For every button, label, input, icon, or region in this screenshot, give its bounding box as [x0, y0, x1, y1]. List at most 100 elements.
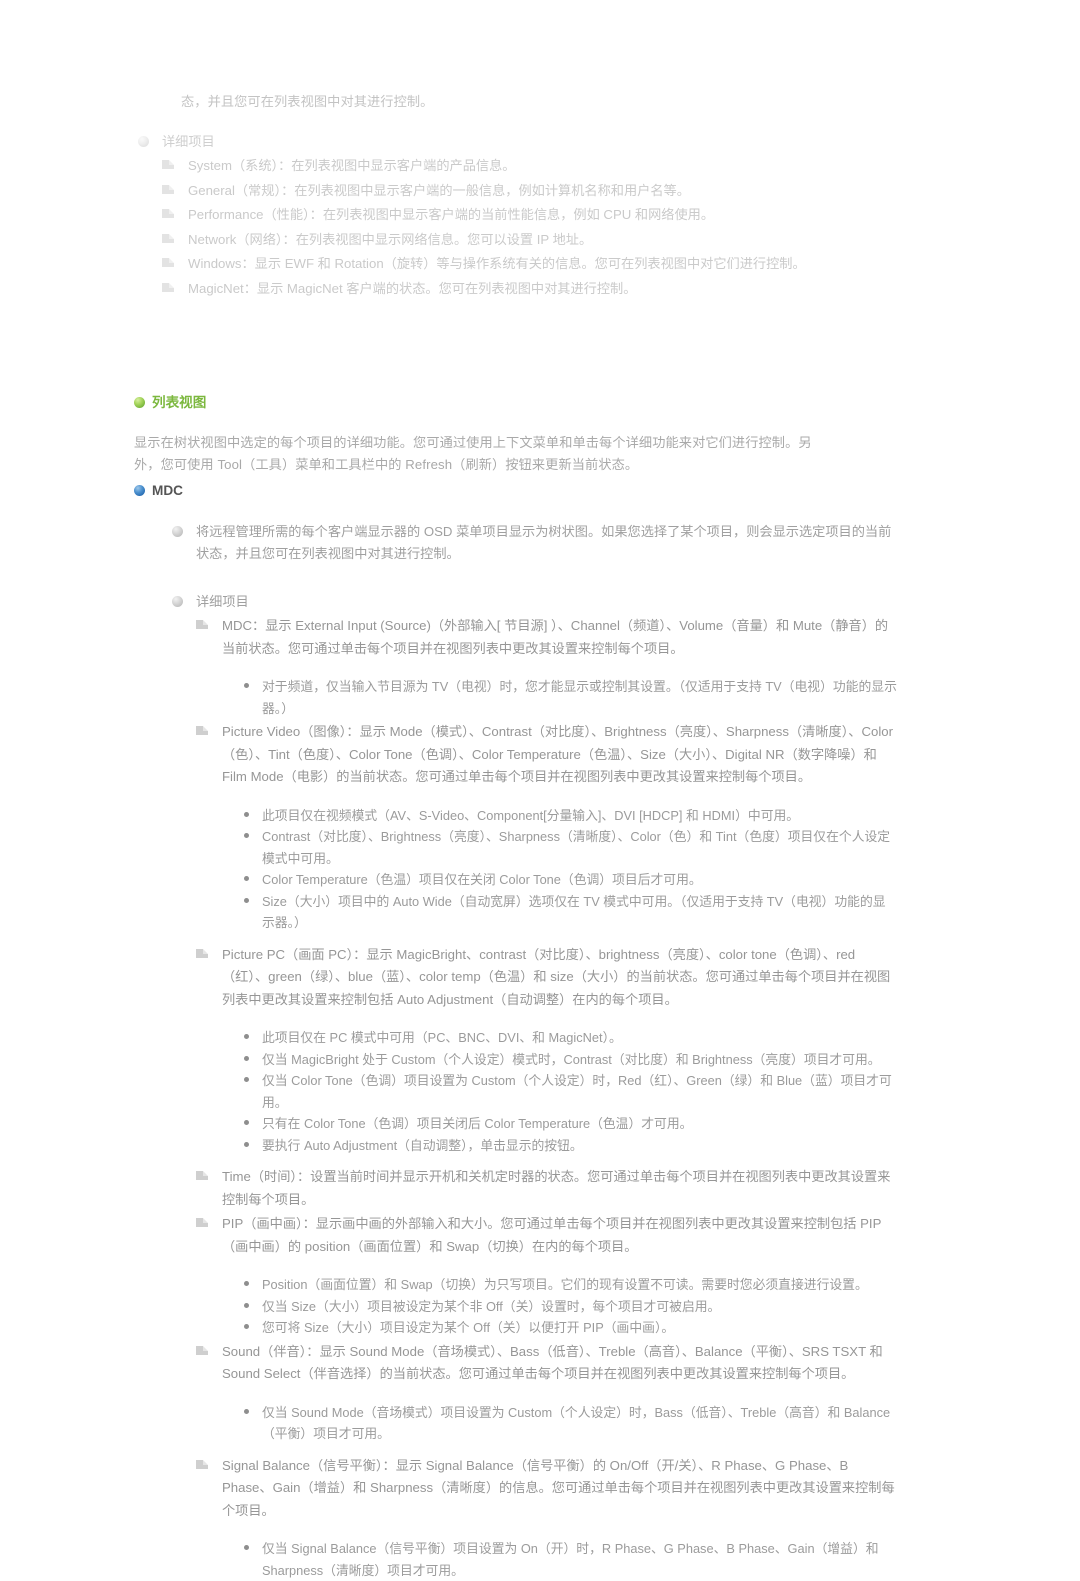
- list-item-label: Sound（伴音）：显示 Sound Mode（音场模式）、Bass（低音）、T…: [222, 1343, 883, 1382]
- bullet-disc-icon: [244, 1113, 262, 1125]
- blue-sphere-icon: [134, 485, 145, 497]
- flag-icon-svg: [196, 1345, 208, 1355]
- note-item: 您可将 Size（大小）项目设定为某个 Off（关）以便打开 PIP（画中画）。: [244, 1317, 898, 1339]
- section-heading-mdc: MDC: [134, 484, 894, 498]
- list-item-label: System（系统）：在列表视图中显示客户端的产品信息。: [188, 158, 516, 173]
- gray-sphere-icon: [172, 521, 196, 537]
- flag-icon: [162, 253, 188, 268]
- list-item: PIP（画中画）：显示画中画的外部输入和大小。您可通过单击每个项目并在视图列表中…: [196, 1213, 898, 1258]
- list-item-label: MagicNet：显示 MagicNet 客户端的状态。您可在列表视图中对其进行…: [188, 280, 637, 296]
- note-item: 仅当 Signal Balance（信号平衡）项目设置为 On（开）时，R Ph…: [244, 1538, 898, 1581]
- detail-items-label: 详细项目: [162, 134, 215, 149]
- bullet-disc-icon: [244, 1317, 262, 1329]
- note-item: Size（大小）项目中的 Auto Wide（自动宽屏）选项仅在 TV 模式中可…: [244, 891, 898, 934]
- note-item-label: 仅当 Size（大小）项目被设定为某个非 Off（关）设置时，每个项目才可被启用…: [262, 1298, 721, 1314]
- flag-icon: [196, 721, 222, 736]
- list-item-label: Picture Video（图像）：显示 Mode（模式）、Contrast（对…: [222, 724, 893, 784]
- list-item: MagicNet：显示 MagicNet 客户端的状态。您可在列表视图中对其进行…: [162, 278, 898, 301]
- note-item-label: 此项目仅在 PC 模式中可用（PC、BNC、DVI、和 MagicNet）。: [262, 1030, 622, 1045]
- mdc-intro-row: 将远程管理所需的每个客户端显示器的 OSD 菜单项目显示为树状图。如果您选择了某…: [172, 521, 898, 565]
- note-item: 仅当 Size（大小）项目被设定为某个非 Off（关）设置时，每个项目才可被启用…: [244, 1296, 898, 1318]
- flag-icon-svg: [162, 258, 174, 267]
- note-item: 对于频道，仅当输入节目源为 TV（电视）时，您才能显示或控制其设置。（仅适用于支…: [244, 676, 898, 719]
- note-item-label: 此项目仅在视频模式（AV、S-Video、Component[分量输入]、DVI…: [262, 807, 800, 823]
- list-item: Time（时间）：设置当前时间并显示开机和关机定时器的状态。您可通过单击每个项目…: [196, 1166, 898, 1211]
- note-item-label: 您可将 Size（大小）项目设定为某个 Off（关）以便打开 PIP（画中画）。: [262, 1320, 675, 1335]
- flag-icon-svg: [162, 160, 174, 169]
- bullet-disc-icon: [244, 1402, 262, 1414]
- bullet-disc-icon: [244, 1027, 262, 1039]
- flag-icon: [162, 204, 188, 219]
- continuation-paragraph: 态，并且您可在列表视图中对其进行控制。: [181, 94, 434, 109]
- list-item: MDC：显示 External Input (Source)（外部输入[ 节目源…: [196, 615, 898, 660]
- bullet-disc-icon: [244, 1538, 262, 1550]
- bullet-disc-icon: [244, 891, 262, 903]
- bullet-disc-icon: [244, 1049, 262, 1061]
- flag-icon: [162, 278, 188, 293]
- list-item: Picture PC（画面 PC）：显示 MagicBright、contras…: [196, 944, 898, 1012]
- bullet-disc-icon: [244, 826, 262, 838]
- list-item-label: MDC：显示 External Input (Source)（外部输入[ 节目源…: [222, 618, 889, 656]
- note-item-label: Size（大小）项目中的 Auto Wide（自动宽屏）选项仅在 TV 模式中可…: [262, 893, 886, 931]
- gray-sphere-icon: [172, 591, 196, 607]
- note-item: 此项目仅在 PC 模式中可用（PC、BNC、DVI、和 MagicNet）。: [244, 1027, 898, 1049]
- note-item: 仅当 Sound Mode（音场模式）项目设置为 Custom（个人设定）时，B…: [244, 1402, 898, 1445]
- flag-icon-svg: [196, 1171, 208, 1180]
- flag-icon-svg: [196, 620, 208, 629]
- note-item-label: 对于频道，仅当输入节目源为 TV（电视）时，您才能显示或控制其设置。（仅适用于支…: [262, 679, 897, 716]
- detail-items-row-mdc: 详细项目: [172, 591, 898, 613]
- bullet-disc-icon: [244, 805, 262, 817]
- list-view-paragraph: 显示在树状视图中选定的每个项目的详细功能。您可通过使用上下文菜单和单击每个详细功…: [134, 434, 812, 472]
- flag-icon: [196, 1455, 222, 1470]
- green-sphere-icon: [134, 397, 145, 409]
- bullet-disc-icon: [244, 869, 262, 881]
- note-item-label: 要执行 Auto Adjustment（自动调整），单击显示的按钮。: [262, 1137, 583, 1153]
- flag-icon-svg: [196, 726, 208, 735]
- flag-icon-svg: [162, 282, 174, 292]
- note-item-label: 仅当 Color Tone（色调）项目设置为 Custom（个人设定）时，Red…: [262, 1073, 892, 1110]
- list-item-label: PIP（画中画）：显示画中画的外部输入和大小。您可通过单击每个项目并在视图列表中…: [222, 1216, 882, 1254]
- note-item-label: 仅当 Sound Mode（音场模式）项目设置为 Custom（个人设定）时，B…: [262, 1404, 891, 1442]
- flag-icon: [162, 155, 188, 170]
- note-item: Position（画面位置）和 Swap（切换）为只写项目。它们的现有设置不可读…: [244, 1274, 898, 1296]
- list-item-label: Time（时间）：设置当前时间并显示开机和关机定时器的状态。您可通过单击每个项目…: [222, 1169, 891, 1207]
- flag-icon: [196, 1166, 222, 1181]
- flag-icon: [196, 615, 222, 630]
- section-heading-list-view: 列表视图: [134, 396, 854, 410]
- flag-icon-svg: [196, 1218, 208, 1227]
- list-item-label: Network（网络）：在列表视图中显示网络信息。您可以设置 IP 地址。: [188, 231, 593, 247]
- flag-icon: [196, 1341, 222, 1356]
- gray-sphere-icon: [138, 131, 162, 147]
- flag-icon-svg: [162, 184, 174, 194]
- list-item: Network（网络）：在列表视图中显示网络信息。您可以设置 IP 地址。: [162, 229, 898, 252]
- list-item: Signal Balance（信号平衡）：显示 Signal Balance（信…: [196, 1455, 898, 1523]
- note-item: Color Temperature（色温）项目仅在关闭 Color Tone（色…: [244, 869, 898, 891]
- note-item: 仅当 Color Tone（色调）项目设置为 Custom（个人设定）时，Red…: [244, 1070, 898, 1113]
- flag-icon-svg: [162, 209, 174, 218]
- note-item-label: 仅当 MagicBright 处于 Custom（个人设定）模式时，Contra…: [262, 1051, 881, 1067]
- bullet-disc-icon: [244, 676, 262, 688]
- mdc-intro-text: 将远程管理所需的每个客户端显示器的 OSD 菜单项目显示为树状图。如果您选择了某…: [196, 524, 892, 561]
- list-item: General（常规）：在列表视图中显示客户端的一般信息，例如计算机名称和用户名…: [162, 180, 898, 203]
- flag-icon: [162, 180, 188, 195]
- flag-icon: [162, 229, 188, 244]
- bullet-disc-icon: [244, 1274, 262, 1286]
- flag-icon-svg: [196, 1459, 208, 1469]
- note-item: 此项目仅在视频模式（AV、S-Video、Component[分量输入]、DVI…: [244, 805, 898, 827]
- flag-icon: [196, 1213, 222, 1228]
- note-item-label: Position（画面位置）和 Swap（切换）为只写项目。它们的现有设置不可读…: [262, 1277, 868, 1292]
- detail-items-label: 详细项目: [196, 594, 249, 609]
- document-page: 态，并且您可在列表视图中对其进行控制。 详细项目 System（系统）：在列表视…: [0, 0, 1080, 1578]
- list-item-label: Performance（性能）：在列表视图中显示客户端的当前性能信息，例如 CP…: [188, 207, 715, 222]
- note-item-label: Color Temperature（色温）项目仅在关闭 Color Tone（色…: [262, 872, 702, 887]
- list-item: Windows：显示 EWF 和 Rotation（旋转）等与操作系统有关的信息…: [162, 253, 898, 276]
- note-item: Contrast（对比度）、Brightness（亮度）、Sharpness（清…: [244, 826, 898, 869]
- list-item: System（系统）：在列表视图中显示客户端的产品信息。: [162, 155, 898, 178]
- list-item-label: General（常规）：在列表视图中显示客户端的一般信息，例如计算机名称和用户名…: [188, 182, 690, 198]
- flag-icon: [196, 944, 222, 959]
- note-item: 只有在 Color Tone（色调）项目关闭后 Color Temperatur…: [244, 1113, 898, 1135]
- list-item-label: Picture PC（画面 PC）：显示 MagicBright、contras…: [222, 946, 891, 1007]
- bullet-disc-icon: [244, 1296, 262, 1308]
- bullet-disc-icon: [244, 1070, 262, 1082]
- bullet-disc-icon: [244, 1135, 262, 1147]
